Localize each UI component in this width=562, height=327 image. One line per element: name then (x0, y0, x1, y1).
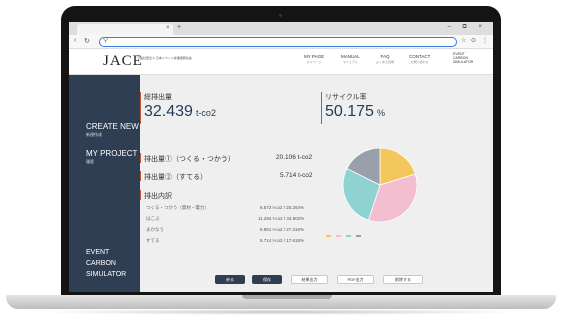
site-header: JACE 一般社団法人 日本イベント産業振興協会 MY PAGE マイページ M… (69, 49, 493, 75)
breakdown-name: つくる・つかう（資材・電力） (146, 205, 209, 210)
breakdown-value: 6.573 t-co2 / 20.264% (260, 205, 305, 210)
accent-bar (140, 171, 141, 181)
breakdown-value: 8.851 t-co2 / 27.316% (260, 227, 305, 232)
pie-legend (326, 235, 362, 238)
total-emission-value: 32.439 t-co2 (144, 103, 216, 121)
legend-item (326, 235, 332, 238)
back-icon[interactable]: ‹ (74, 37, 76, 44)
sidebar-item-sublabel: 履歴 (86, 159, 94, 164)
tab-close-icon[interactable]: × (166, 25, 170, 31)
sidebar-item-create-new[interactable]: CREATE NEW 新規作成 (86, 122, 139, 138)
profile-icon[interactable]: ⊙ (471, 37, 476, 44)
search-icon: ⚲ (103, 37, 109, 44)
results-panel: 総排出量 32.439 t-co2 リサイクル率 50.175% 排出量①（つくる… (140, 75, 493, 292)
recycle-rate-value: 50.175% (325, 103, 385, 121)
nav-mypage-label: MY PAGE (304, 54, 325, 59)
breakdown-label: 排出内訳 (144, 193, 172, 200)
save-button[interactable]: 保存 (252, 275, 282, 284)
site-logo-subtitle: 一般社団法人 日本イベント産業振興協会 (137, 56, 192, 60)
browser-addressbar: ‹ ↻ ⚲ ☆ ⊙ ⋮ (69, 35, 493, 49)
camera-icon (279, 14, 282, 17)
nav-mypage[interactable]: MY PAGE マイページ (304, 54, 324, 64)
export-result-button[interactable]: 結果出力 (291, 275, 328, 284)
laptop-shadow (30, 309, 530, 315)
recycle-rate-label: リサイクル率 (325, 94, 367, 101)
accent-bar (140, 92, 141, 124)
bookmark-icon[interactable]: ☆ (461, 37, 466, 44)
menu-icon[interactable]: ⋮ (482, 37, 488, 44)
sidebar-item-label: CREATE NEW (86, 122, 139, 131)
sidebar: CREATE NEW 新規作成 MY PROJECT 履歴 EVENT CARB… (69, 75, 140, 292)
event-carbon-simulator-link[interactable]: EVENT CARBON SIMULATOR (453, 52, 473, 64)
sidebar-item-my-project[interactable]: MY PROJECT 履歴 (86, 149, 137, 165)
accent-bar (321, 92, 322, 124)
legend-item (336, 235, 342, 238)
emission2-label: 排出量②（すてる） (144, 174, 208, 181)
total-emission-unit: t-co2 (195, 108, 216, 118)
screen: × + – ⧉ × ‹ ↻ ⚲ ☆ ⊙ ⋮ JACE 一般社団法人 日本イベント… (69, 22, 493, 292)
laptop-base (6, 295, 556, 309)
nav-contact-label: CONTACT (409, 54, 431, 59)
reload-icon[interactable]: ↻ (84, 37, 90, 45)
browser-tab[interactable] (77, 24, 173, 35)
window-controls[interactable]: – ⧉ × (448, 24, 487, 31)
nav-faq[interactable]: FAQ よくある質問 (376, 54, 394, 64)
breakdown-name: すてる (146, 238, 160, 243)
nav-manual-label: MANUAL (341, 54, 360, 59)
recycle-rate-number: 50.175 (325, 103, 374, 120)
browser-tabbar: × + – ⧉ × (69, 22, 493, 35)
new-tab-icon[interactable]: + (177, 24, 181, 31)
sidebar-item-label: MY PROJECT (86, 149, 138, 158)
url-input[interactable]: ⚲ (99, 37, 457, 47)
nav-manual-sub: マニュアル (342, 60, 358, 64)
sidebar-event-carbon-simulator: EVENT CARBON SIMULATOR (86, 247, 126, 280)
sidebar-item-sublabel: 新規作成 (86, 132, 102, 137)
laptop-notch (242, 295, 332, 299)
emission2-value: 5.714 t-co2 (280, 172, 313, 179)
sidebar-footer-line: EVENT (86, 249, 110, 256)
legend-item (346, 235, 352, 238)
accent-bar (140, 153, 141, 163)
recycle-rate-unit: % (376, 108, 385, 118)
emission-pie-chart (342, 147, 418, 223)
breakdown-value: 5.714 t-co2 / 17.618% (260, 238, 305, 243)
emission1-label: 排出量①（つくる・つかう） (144, 156, 235, 163)
breakdown-name: はこぶ (146, 216, 160, 221)
nav-contact-sub: お問い合わせ (410, 60, 429, 64)
event-link-line: SIMULATOR (453, 60, 474, 64)
nav-contact[interactable]: CONTACT お問い合わせ (409, 54, 430, 64)
sidebar-footer-line: SIMULATOR (86, 271, 127, 278)
pdf-export-button[interactable]: PDF出力 (337, 275, 374, 284)
nav-faq-sub: よくある質問 (376, 60, 395, 64)
total-emission-label: 総排出量 (144, 94, 172, 101)
nav-manual[interactable]: MANUAL マニュアル (341, 54, 360, 64)
legend-item (356, 235, 362, 238)
total-emission-number: 32.439 (144, 103, 193, 120)
emission1-value: 20.106 t-co2 (276, 154, 313, 161)
delete-button[interactable]: 削除する (383, 275, 423, 284)
sidebar-footer-line: CARBON (86, 260, 116, 267)
nav-faq-label: FAQ (380, 54, 390, 59)
accent-bar (140, 190, 141, 200)
back-button[interactable]: 戻る (215, 275, 245, 284)
nav-mypage-sub: マイページ (306, 60, 322, 64)
breakdown-name: まかなう (146, 227, 164, 232)
breakdown-value: 11.284 t-co2 / 34.802% (258, 216, 305, 221)
